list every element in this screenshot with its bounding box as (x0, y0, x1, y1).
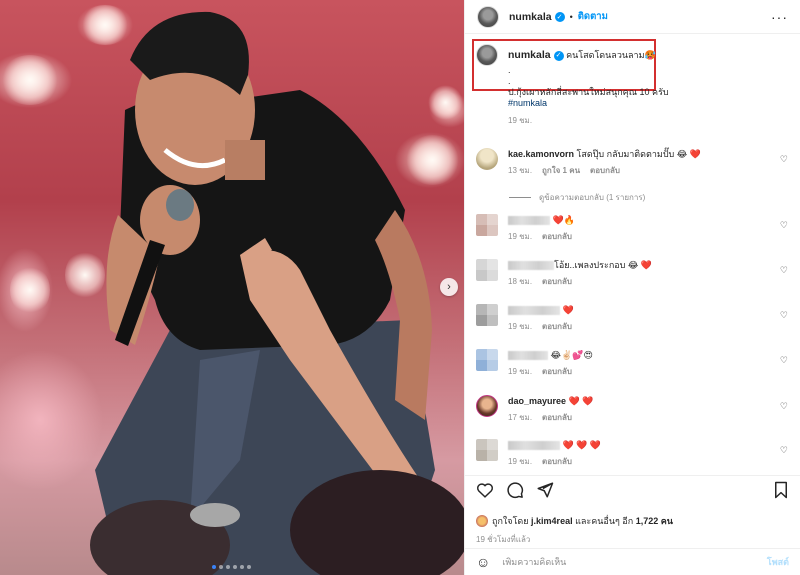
liker-username[interactable]: j.kim4real (531, 516, 573, 526)
view-replies-text[interactable]: ดูข้อความตอบกลับ (1 รายการ) (539, 191, 645, 204)
reply-button[interactable]: ตอบกลับ (542, 320, 572, 333)
comment-bubble-icon[interactable] (506, 481, 524, 503)
commenter-username[interactable]: kae.kamonvorn (508, 149, 574, 159)
reply-button[interactable]: ตอบกลับ (542, 365, 572, 378)
author-avatar[interactable] (477, 5, 499, 28)
likes-summary[interactable]: ถูกใจโดย j.kim4real และคนอื่นๆ อีก 1,722… (476, 514, 789, 528)
commenter-avatar[interactable] (476, 148, 498, 170)
blurred-username[interactable] (508, 351, 548, 361)
post-photo[interactable]: › (0, 0, 464, 575)
post-detail-panel: numkala ✓ • ติดตาม ··· numkala ✓ คนโสดโดน… (464, 0, 800, 575)
likes-unit: คน (660, 516, 673, 526)
like-comment-icon[interactable]: ♡ (780, 265, 788, 276)
like-comment-icon[interactable]: ♡ (780, 445, 788, 456)
comment-item: 😂✌🏻💕😍 19 ชม. ตอบกลับ ♡ (476, 349, 792, 378)
comment-text: ❤️ ❤️ (568, 396, 594, 406)
blurred-username[interactable] (508, 441, 560, 451)
more-horizontal-icon[interactable]: ··· (771, 9, 788, 25)
comment-text: ❤️ ❤️ ❤️ (562, 440, 602, 450)
comment-text: โอ้ย..เพลงประกอบ 😂 ❤️ (554, 260, 653, 270)
carousel-dot (233, 565, 237, 569)
likes-prefix: ถูกใจโดย (492, 516, 529, 526)
comment-time: 13 ชม. (508, 166, 533, 175)
like-comment-icon[interactable]: ♡ (780, 220, 788, 231)
performer-illustration (90, 11, 464, 575)
post-caption: numkala ✓ คนโสดโดนลวนลาม🥵 . . ป.กุ้งเผาหล… (476, 44, 790, 126)
caption-line: . (508, 76, 511, 86)
comment-likes[interactable]: ถูกใจ 1 คน (542, 164, 580, 177)
caption-line: . (508, 65, 511, 75)
carousel-dot (240, 565, 244, 569)
comment-item: ❤️ 19 ชม. ตอบกลับ ♡ (476, 304, 792, 333)
liker-avatar[interactable] (476, 515, 488, 527)
share-send-icon[interactable] (536, 481, 554, 503)
next-image-button[interactable]: › (440, 278, 458, 296)
caption-hashtag[interactable]: #numkala (508, 98, 790, 109)
commenter-avatar[interactable] (476, 304, 498, 326)
comment-text: ❤️ (562, 305, 574, 315)
commenter-avatar[interactable] (476, 259, 498, 281)
comment-time: 17 ชม. (508, 413, 533, 422)
like-heart-icon[interactable] (476, 482, 494, 502)
comment-time: 19 ชม. (508, 367, 533, 376)
post-header: numkala ✓ • ติดตาม ··· (465, 0, 800, 34)
commenter-avatar[interactable] (476, 214, 498, 236)
caption-text: คนโสดโดนลวนลาม🥵 (566, 50, 656, 60)
comment-item: dao_mayuree ❤️ ❤️ 17 ชม. ตอบกลับ ♡ (476, 395, 792, 424)
caption-line: ป.กุ้งเผาหลักสี่สะพานใหม่สนุกคุณ 10 ครับ (508, 87, 669, 97)
post-comment-button[interactable]: โพสต์ (767, 555, 789, 569)
comment-text: 😂✌🏻💕😍 (550, 350, 593, 360)
post-timestamp: 19 ชั่วโมงที่แล้ว (476, 535, 531, 544)
commenter-username[interactable]: dao_mayuree (508, 396, 566, 406)
follow-button[interactable]: ติดตาม (578, 9, 608, 24)
emoji-icon[interactable]: ☺ (476, 554, 490, 570)
commenter-avatar[interactable] (476, 439, 498, 461)
comment-time: 19 ชม. (508, 322, 533, 331)
like-comment-icon[interactable]: ♡ (780, 310, 788, 321)
caption-avatar[interactable] (476, 44, 498, 66)
replies-line (509, 197, 531, 198)
comments-list[interactable]: numkala ✓ คนโสดโดนลวนลาม🥵 . . ป.กุ้งเผาหล… (465, 34, 800, 475)
comment-item: ❤️ ❤️ ❤️ 19 ชม. ตอบกลับ ♡ (476, 439, 792, 468)
caption-username[interactable]: numkala (508, 49, 551, 61)
comment-text: โสดปุ๊บ กลับมาติดตามปั๊บ 😂 ❤️ (576, 149, 701, 159)
like-comment-icon[interactable]: ♡ (780, 401, 788, 412)
likes-suffix: และคนอื่นๆ อีก (575, 516, 634, 526)
comment-item: kae.kamonvorn โสดปุ๊บ กลับมาติดตามปั๊บ 😂… (476, 148, 792, 177)
verified-icon: ✓ (554, 11, 565, 22)
like-comment-icon[interactable]: ♡ (780, 355, 788, 366)
carousel-dot (219, 565, 223, 569)
carousel-dot (212, 565, 216, 569)
reply-button[interactable]: ตอบกลับ (542, 411, 572, 424)
reply-button[interactable]: ตอบกลับ (542, 230, 572, 243)
post-actions: ถูกใจโดย j.kim4real และคนอื่นๆ อีก 1,722… (465, 475, 800, 552)
blurred-username[interactable] (508, 306, 560, 316)
carousel-dot (247, 565, 251, 569)
comment-input[interactable] (502, 557, 767, 567)
blurred-username[interactable] (508, 216, 550, 226)
view-replies-button[interactable]: ดูข้อความตอบกลับ (1 รายการ) (509, 191, 645, 204)
author-username[interactable]: numkala (509, 11, 552, 23)
caption-time: 19 ชม. (508, 116, 533, 125)
carousel-dots (212, 565, 251, 569)
like-comment-icon[interactable]: ♡ (780, 154, 788, 165)
comment-text: ❤️🔥 (552, 215, 575, 225)
likes-count[interactable]: 1,722 (636, 516, 659, 526)
reply-button[interactable]: ตอบกลับ (590, 164, 620, 177)
comment-item: โอ้ย..เพลงประกอบ 😂 ❤️ 18 ชม. ตอบกลับ ♡ (476, 259, 792, 288)
separator-dot: • (569, 11, 573, 22)
blurred-username[interactable] (508, 261, 554, 271)
carousel-dot (226, 565, 230, 569)
comment-time: 18 ชม. (508, 277, 533, 286)
commenter-avatar[interactable] (476, 349, 498, 371)
verified-icon: ✓ (553, 50, 564, 61)
reply-button[interactable]: ตอบกลับ (542, 455, 572, 468)
reply-button[interactable]: ตอบกลับ (542, 275, 572, 288)
comment-item: ❤️🔥 19 ชม. ตอบกลับ ♡ (476, 214, 792, 243)
comment-time: 19 ชม. (508, 232, 533, 241)
comment-time: 19 ชม. (508, 457, 533, 466)
save-bookmark-icon[interactable] (773, 481, 789, 503)
commenter-avatar[interactable] (476, 395, 498, 417)
add-comment-bar: ☺ โพสต์ (465, 548, 800, 575)
